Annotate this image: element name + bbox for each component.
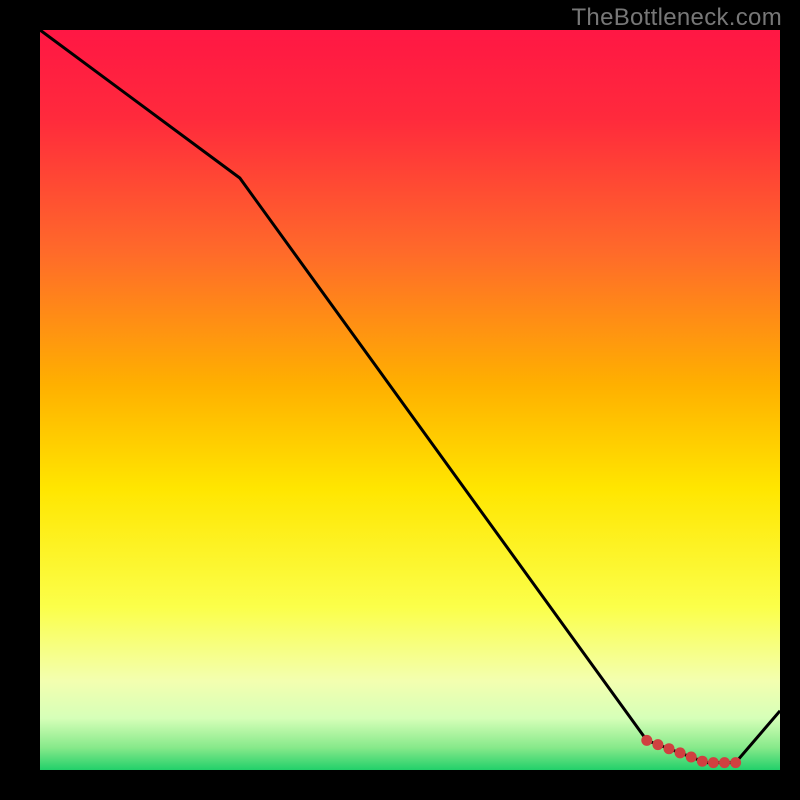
- data-marker: [697, 756, 708, 767]
- chart-container: TheBottleneck.com: [0, 0, 800, 800]
- data-marker: [686, 752, 697, 763]
- data-marker: [730, 757, 741, 768]
- plot-area: [40, 30, 780, 770]
- data-marker: [664, 743, 675, 754]
- watermark-text: TheBottleneck.com: [571, 4, 782, 32]
- gradient-background: [40, 30, 780, 770]
- chart-svg: [40, 30, 780, 770]
- data-marker: [719, 757, 730, 768]
- data-marker: [652, 739, 663, 750]
- data-marker: [675, 747, 686, 758]
- data-marker: [641, 735, 652, 746]
- data-marker: [708, 757, 719, 768]
